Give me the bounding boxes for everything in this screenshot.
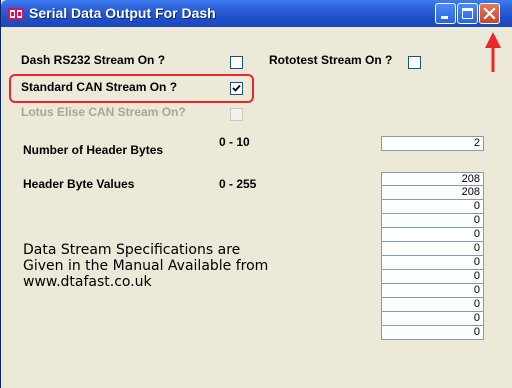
header-value-input[interactable]: 0	[381, 200, 484, 214]
serial-data-output-window: Serial Data Output For Dash Dash RS232 S…	[0, 0, 512, 388]
header-values-label: Header Byte Values	[23, 177, 135, 191]
red-arrow-annotation	[485, 32, 501, 72]
close-button[interactable]	[479, 3, 500, 24]
header-value-input[interactable]: 0	[381, 228, 484, 242]
header-bytes-range: 0 - 10	[219, 135, 250, 149]
rototest-checkbox[interactable]	[408, 56, 421, 69]
header-value-input[interactable]: 0	[381, 256, 484, 270]
maximize-button[interactable]	[457, 3, 478, 24]
header-bytes-label: Number of Header Bytes	[23, 143, 164, 157]
header-bytes-input[interactable]: 2	[381, 136, 484, 151]
lotus-elise-label: Lotus Elise CAN Stream On?	[21, 105, 186, 119]
spec-note: Data Stream Specifications are Given in …	[23, 242, 268, 290]
header-value-input[interactable]: 0	[381, 214, 484, 228]
minimize-icon	[441, 16, 448, 19]
maximize-icon	[462, 8, 473, 19]
checkmark-icon	[232, 84, 241, 92]
header-value-input[interactable]: 0	[381, 284, 484, 298]
header-value-input[interactable]: 0	[381, 270, 484, 284]
header-value-input[interactable]: 0	[381, 326, 484, 340]
minimize-button[interactable]	[435, 3, 456, 24]
close-icon	[483, 7, 496, 20]
dash-rs232-label: Dash RS232 Stream On ?	[21, 53, 166, 67]
standard-can-checkbox[interactable]	[230, 82, 243, 95]
spec-line: Data Stream Specifications are	[23, 242, 241, 258]
rototest-label: Rototest Stream On ?	[269, 53, 393, 67]
header-value-input[interactable]: 0	[381, 298, 484, 312]
header-value-input[interactable]: 0	[381, 242, 484, 256]
spec-line: Given in the Manual Available from	[23, 258, 269, 274]
app-icon	[8, 7, 24, 21]
standard-can-label: Standard CAN Stream On ?	[21, 80, 178, 94]
dash-rs232-checkbox[interactable]	[230, 56, 243, 69]
header-value-input[interactable]: 0	[381, 312, 484, 326]
header-value-input[interactable]: 208	[381, 172, 484, 186]
header-values-list: 208 208 0 0 0 0 0 0 0 0 0 0	[381, 172, 484, 340]
header-value-input[interactable]: 208	[381, 186, 484, 200]
header-values-range: 0 - 255	[219, 177, 257, 191]
title-bar[interactable]: Serial Data Output For Dash	[1, 0, 512, 27]
window-title: Serial Data Output For Dash	[29, 5, 216, 21]
lotus-elise-checkbox	[230, 108, 243, 121]
spec-line: www.dtafast.co.uk	[23, 274, 152, 290]
